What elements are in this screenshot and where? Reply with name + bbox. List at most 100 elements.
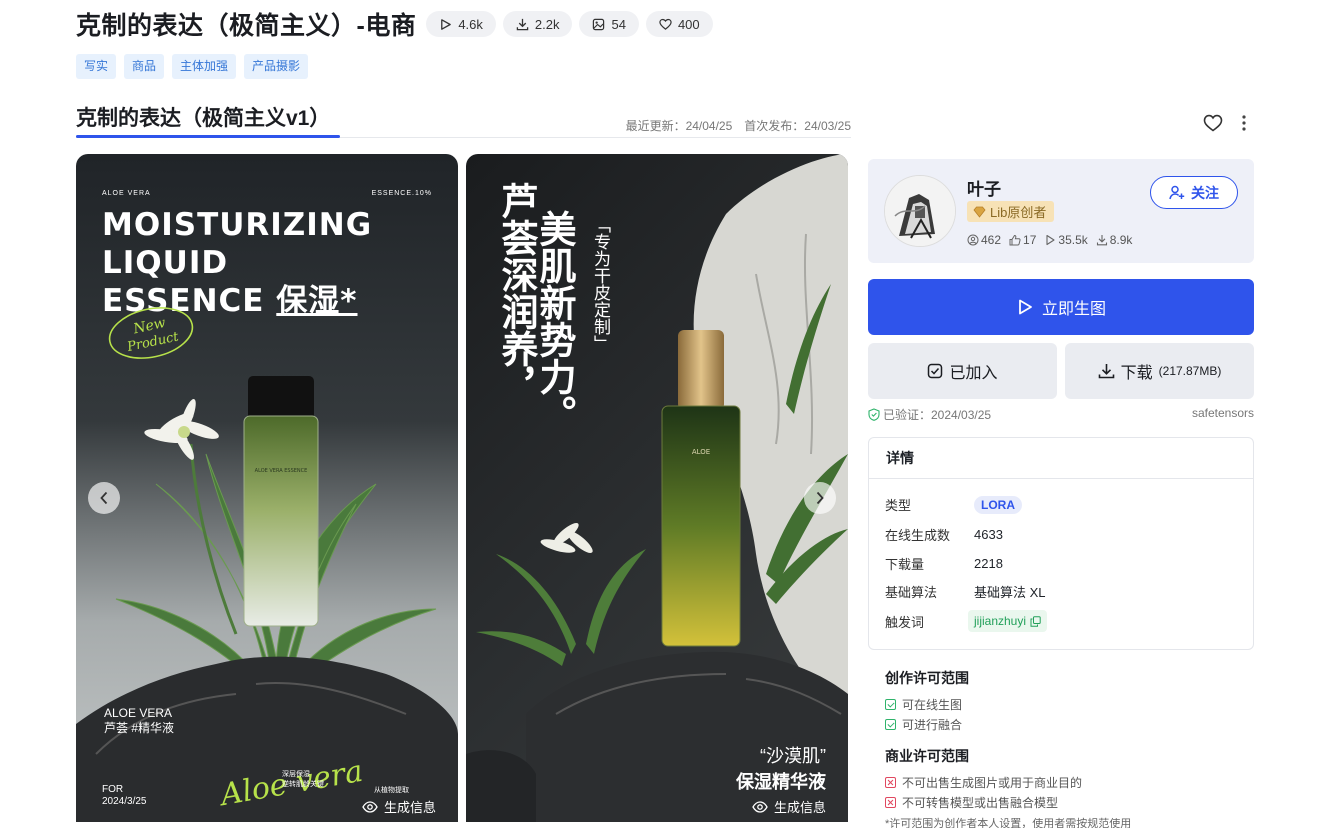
brand-left-text: ALOE VERA bbox=[102, 190, 151, 197]
title-row: 克制的表达（极简主义）-电商 4.6k 2.2k 54 400 bbox=[76, 8, 720, 40]
creator-downloads: 8.9k bbox=[1096, 233, 1133, 247]
cross-icon bbox=[885, 776, 896, 788]
active-tab-indicator bbox=[76, 135, 340, 138]
poster-headline: MOISTURIZING LIQUID ESSENCE 保湿* bbox=[102, 206, 372, 320]
chevron-right-icon bbox=[816, 491, 824, 505]
generate-now-label: 立即生图 bbox=[1041, 301, 1106, 318]
detail-key: 下载量 bbox=[885, 557, 925, 572]
creator-followers-count: 462 bbox=[981, 233, 1002, 247]
license-item-text: 可进行融合 bbox=[902, 717, 963, 732]
more-options-icon[interactable] bbox=[1237, 114, 1251, 132]
file-format: safetensors bbox=[1191, 406, 1254, 420]
tag-item[interactable]: 产品摄影 bbox=[244, 54, 309, 79]
headline-cn: 保湿* bbox=[276, 283, 358, 319]
play-icon bbox=[441, 18, 452, 30]
license-item-text: 不可转售模型或出售融合模型 bbox=[902, 795, 1059, 810]
verification-row: 已验证：2024/03/25 safetensors bbox=[868, 406, 1254, 423]
creator-name[interactable]: 叶子 bbox=[967, 175, 1001, 200]
verified-text: 已验证：2024/03/25 bbox=[883, 408, 992, 422]
trigger-word-chip[interactable]: jijianzhuyi bbox=[968, 610, 1048, 632]
bottle-label-text: ALOE VERA ESSENCE bbox=[255, 468, 308, 474]
tag-item[interactable]: 商品 bbox=[124, 54, 165, 79]
poster-product-name: “沙漠肌” 保湿精华液 bbox=[736, 742, 826, 794]
images-stat: 54 bbox=[579, 11, 639, 37]
aloe-tag-line-2: 芦荟 #精华液 bbox=[104, 721, 175, 735]
generate-now-button[interactable]: 立即生图 bbox=[868, 279, 1254, 335]
download-button[interactable]: 下载 (217.87MB) bbox=[1065, 343, 1254, 399]
commercial-license-title: 商业许可范围 bbox=[885, 748, 969, 764]
gallery-next-button[interactable] bbox=[804, 482, 836, 514]
type-badge: LORA bbox=[974, 495, 1022, 514]
creator-followers: 462 bbox=[967, 233, 1001, 247]
heart-icon bbox=[659, 18, 672, 30]
play-icon bbox=[1046, 234, 1055, 246]
follow-button[interactable]: 关注 bbox=[1150, 176, 1238, 209]
shield-check-icon bbox=[868, 408, 880, 421]
download-icon bbox=[1096, 235, 1107, 246]
creator-downloads-count: 8.9k bbox=[1109, 233, 1133, 247]
images-count: 54 bbox=[611, 16, 626, 32]
runs-stat: 4.6k bbox=[426, 11, 496, 37]
checkbox-icon bbox=[928, 363, 943, 379]
added-to-library-button[interactable]: 已加入 bbox=[868, 343, 1057, 399]
page-title: 克制的表达（极简主义）-电商 bbox=[76, 12, 417, 40]
license-item-text: 可在线生图 bbox=[902, 697, 963, 712]
detail-value: 基础算法 XL bbox=[974, 585, 1046, 600]
generation-info-button[interactable]: 生成信息 bbox=[362, 797, 436, 816]
license-item-text: 不可出售生成图片或用于商业目的 bbox=[902, 775, 1083, 790]
license-note: *许可范围为创作者本人设置，使用者需按规范使用 bbox=[885, 818, 1132, 828]
creator-likes-count: 17 bbox=[1023, 233, 1037, 247]
mid-note-line-1: 深层保湿 bbox=[282, 771, 310, 778]
generation-info-label: 生成信息 bbox=[773, 800, 826, 815]
download-icon bbox=[516, 18, 529, 30]
version-tab-v1[interactable]: 克制的表达（极简主义v1） bbox=[76, 102, 330, 132]
copy-icon[interactable] bbox=[1030, 615, 1041, 627]
user-circle-icon bbox=[967, 234, 979, 246]
detail-value: 2218 bbox=[974, 556, 1003, 571]
product-name-line-2: 保湿精华液 bbox=[736, 772, 826, 792]
trigger-word-text: jijianzhuyi bbox=[974, 614, 1027, 628]
detail-row-type: 类型 LORA bbox=[885, 495, 1022, 514]
gallery-prev-button[interactable] bbox=[88, 482, 120, 514]
creator-likes: 17 bbox=[1009, 233, 1036, 247]
downloads-stat: 2.2k bbox=[502, 11, 573, 37]
gallery-image-1[interactable]: ALOE VERA ESSENCE ALOE VERA ESSENCE.10% … bbox=[76, 154, 458, 822]
likes-count: 400 bbox=[677, 16, 700, 32]
favorite-heart-icon[interactable] bbox=[1203, 114, 1223, 132]
download-size: (217.87MB) bbox=[1158, 364, 1222, 378]
added-label: 已加入 bbox=[949, 365, 998, 382]
mid-note-line-2: 逆转肌龄关键 bbox=[282, 781, 324, 788]
detail-key: 在线生成数 bbox=[885, 528, 951, 543]
headline-line-1: MOISTURIZING bbox=[102, 207, 373, 243]
verified-status: 已验证：2024/03/25 bbox=[868, 406, 991, 423]
detail-key: 基础算法 bbox=[885, 585, 938, 600]
generation-info-button[interactable]: 生成信息 bbox=[752, 797, 826, 816]
for-date: FOR 2024/3/25 bbox=[102, 784, 147, 808]
poster-slogan-2: 美肌新势力。 bbox=[534, 210, 575, 432]
first-published: 首次发布：24/03/25 bbox=[744, 119, 851, 133]
creator-stats: 462 17 35.5k 8.9k bbox=[967, 233, 1132, 247]
generation-info-label: 生成信息 bbox=[383, 800, 436, 815]
runs-count: 4.6k bbox=[458, 16, 483, 32]
tag-list: 写实 商品 主体加强 产品摄影 bbox=[76, 54, 309, 79]
creator-runs-count: 35.5k bbox=[1058, 233, 1088, 247]
follow-button-label: 关注 bbox=[1191, 184, 1219, 201]
aloe-tag: ALOE VERA 芦荟 #精华液 bbox=[104, 706, 174, 736]
tag-item[interactable]: 主体加强 bbox=[172, 54, 237, 79]
for-line-1: FOR bbox=[102, 784, 124, 795]
detail-row-downloads: 下载量 2218 bbox=[885, 554, 1003, 573]
tag-item[interactable]: 写实 bbox=[76, 54, 117, 79]
download-icon bbox=[1098, 364, 1114, 379]
likes-stat[interactable]: 400 bbox=[645, 11, 713, 37]
check-icon bbox=[885, 718, 896, 730]
download-label: 下载 bbox=[1120, 365, 1153, 382]
diamond-icon bbox=[973, 206, 986, 218]
avatar-image bbox=[885, 176, 955, 246]
creator-card: 叶子 Lib原创者 462 17 35.5k 8.9k 关注 bbox=[868, 159, 1254, 263]
avatar[interactable] bbox=[884, 175, 956, 247]
commercial-license-section: 商业许可范围 不可出售生成图片或用于商业目的 不可转售模型或出售融合模型 bbox=[885, 746, 1082, 812]
gallery-image-2[interactable]: ALOE 芦荟深润养， 美肌新势力。 「专为干皮定制」 “沙漠肌” 保湿精华液 … bbox=[466, 154, 848, 822]
brand-right-text: ESSENCE.10% bbox=[371, 190, 432, 197]
headline-line-2: LIQUID bbox=[102, 245, 229, 281]
license-item: 不可出售生成图片或用于商业目的 bbox=[885, 772, 1082, 792]
